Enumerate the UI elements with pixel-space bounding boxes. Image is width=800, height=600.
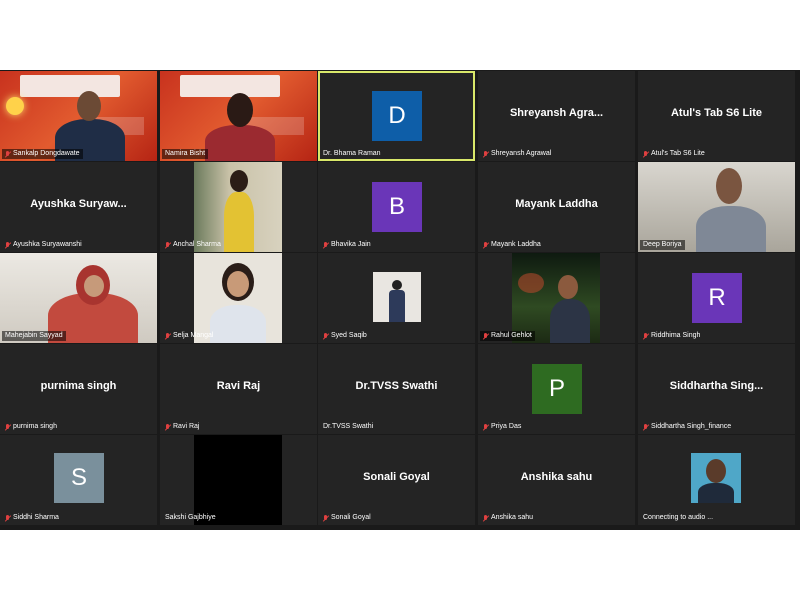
participant-tile[interactable]: Mahejabin Sayyad	[0, 253, 157, 343]
muted-mic-icon	[483, 332, 489, 340]
participant-label: Shreyansh Agrawal	[480, 149, 554, 159]
participant-label: Anchal Sharma	[162, 240, 224, 250]
participant-tile[interactable]: Sankalp Dongdawate	[0, 71, 157, 161]
muted-mic-icon	[165, 423, 171, 431]
video-feed-off	[194, 435, 282, 525]
participant-label: Namira Bisht	[162, 149, 209, 159]
muted-mic-icon	[5, 241, 11, 249]
participant-tile[interactable]: purnima singh purnima singh	[0, 344, 157, 434]
participant-tile[interactable]: Shreyansh Agra... Shreyansh Agrawal	[478, 71, 635, 161]
active-speaker-tile[interactable]: D Dr. Bhama Raman	[318, 71, 475, 161]
participant-tile[interactable]: Sonali Goyal Sonali Goyal	[318, 435, 475, 525]
muted-mic-icon	[165, 332, 171, 340]
participant-label: Mahejabin Sayyad	[2, 331, 66, 341]
gallery-view: Sankalp Dongdawate Namira Bisht D Dr. Bh…	[0, 70, 800, 530]
participant-name: Atul's Tab S6 Lite	[670, 107, 763, 119]
participant-label: Priya Das	[480, 422, 524, 432]
muted-mic-icon	[5, 514, 11, 522]
participant-name: Shreyansh Agra...	[509, 107, 604, 119]
participant-tile[interactable]: Anshika sahu Anshika sahu	[478, 435, 635, 525]
video-feed	[194, 162, 282, 252]
participant-tile[interactable]: Atul's Tab S6 Lite Atul's Tab S6 Lite	[638, 71, 795, 161]
profile-picture	[373, 272, 421, 322]
muted-mic-icon	[483, 514, 489, 522]
participant-name: Sonali Goyal	[363, 471, 430, 483]
participant-tile[interactable]: Mayank Laddha Mayank Laddha	[478, 162, 635, 252]
participant-tile[interactable]: B Bhavika Jain	[318, 162, 475, 252]
participant-label: Anshika sahu	[480, 513, 536, 523]
participant-name: Ravi Raj	[216, 380, 261, 392]
participant-label: Dr. Bhama Raman	[323, 150, 381, 157]
participant-name: Dr.TVSS Swathi	[355, 380, 438, 392]
muted-mic-icon	[323, 332, 329, 340]
participant-label: Syed Saqib	[320, 331, 370, 341]
participant-tile[interactable]: Dr.TVSS Swathi Dr.TVSS Swathi	[318, 344, 475, 434]
participant-tile[interactable]: Siddhartha Sing... Siddhartha Singh_fina…	[638, 344, 795, 434]
video-feed	[194, 253, 282, 343]
muted-mic-icon	[483, 241, 489, 249]
participant-label: Deep Boriya	[640, 240, 685, 250]
participant-tile[interactable]: Anchal Sharma	[160, 162, 317, 252]
participant-tile[interactable]: Rahul Gehlot	[478, 253, 635, 343]
avatar: S	[54, 453, 104, 503]
participant-label: Rahul Gehlot	[480, 331, 535, 341]
avatar: B	[372, 182, 422, 232]
muted-mic-icon	[483, 150, 489, 158]
participant-label: Riddhima Singh	[640, 331, 703, 341]
participant-label: Siddhartha Singh_finance	[640, 422, 734, 432]
participant-label: purnima singh	[2, 422, 60, 432]
avatar: P	[532, 364, 582, 414]
participant-name: Siddhartha Sing...	[669, 380, 764, 392]
participant-tile[interactable]: R Riddhima Singh	[638, 253, 795, 343]
participant-label: Mayank Laddha	[480, 240, 544, 250]
participant-name: Ayushka Suryaw...	[30, 198, 127, 210]
participant-label: Ravi Raj	[162, 422, 202, 432]
video-feed	[0, 253, 157, 343]
participant-label: Ayushka Suryawanshi	[2, 240, 85, 250]
muted-mic-icon	[5, 150, 11, 158]
participant-tile[interactable]: Ayushka Suryaw... Ayushka Suryawanshi	[0, 162, 157, 252]
muted-mic-icon	[643, 150, 649, 158]
muted-mic-icon	[483, 423, 489, 431]
participant-tile[interactable]: Syed Saqib	[318, 253, 475, 343]
participant-label: Atul's Tab S6 Lite	[640, 149, 708, 159]
avatar: D	[372, 91, 422, 141]
participant-label: Siddhi Sharma	[2, 513, 62, 523]
participant-label: Sonali Goyal	[320, 513, 374, 523]
muted-mic-icon	[323, 514, 329, 522]
participant-tile[interactable]: Sakshi Gajbhiye	[160, 435, 317, 525]
participant-label: Selja Mangal	[162, 331, 216, 341]
video-feed	[638, 162, 795, 252]
muted-mic-icon	[165, 241, 171, 249]
lightbulb-icon	[6, 97, 24, 115]
muted-mic-icon	[643, 332, 649, 340]
video-feed	[512, 253, 600, 343]
muted-mic-icon	[5, 423, 11, 431]
avatar: R	[692, 273, 742, 323]
participant-tile[interactable]: Namira Bisht	[160, 71, 317, 161]
participant-label: Sankalp Dongdawate	[2, 149, 83, 159]
participant-name: Mayank Laddha	[515, 198, 598, 210]
profile-picture	[691, 453, 741, 503]
participant-label: Bhavika Jain	[320, 240, 374, 250]
participant-label: Dr.TVSS Swathi	[323, 423, 374, 430]
muted-mic-icon	[323, 241, 329, 249]
participant-tile[interactable]: Ravi Raj Ravi Raj	[160, 344, 317, 434]
participant-name: Anshika sahu	[520, 471, 593, 483]
muted-mic-icon	[643, 423, 649, 431]
participant-tile[interactable]: S Siddhi Sharma	[0, 435, 157, 525]
participant-tile[interactable]: Deep Boriya	[638, 162, 795, 252]
participant-tile[interactable]: Connecting to audio ...	[638, 435, 795, 525]
participant-tile[interactable]: Selja Mangal	[160, 253, 317, 343]
participant-label: Sakshi Gajbhiye	[165, 514, 216, 521]
participant-label: Connecting to audio ...	[643, 514, 714, 521]
participant-tile[interactable]: P Priya Das	[478, 344, 635, 434]
participant-name: purnima singh	[40, 380, 117, 392]
